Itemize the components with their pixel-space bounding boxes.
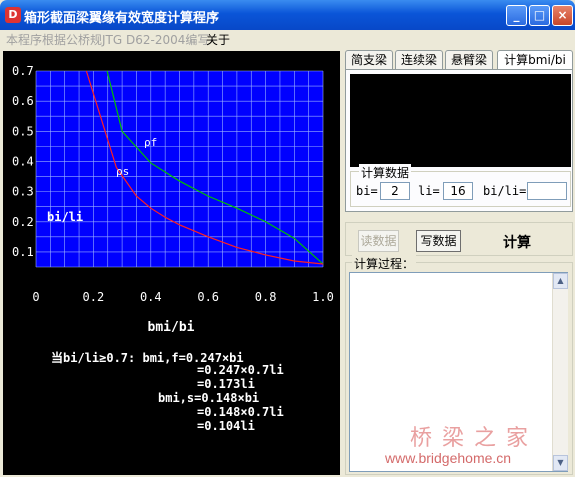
calc-data-group: 计算数据 bi= 2 li= 16 bi/li= <box>350 164 571 207</box>
tab-cantilever-beam[interactable]: 悬臂梁 <box>445 50 493 70</box>
y-axis-label: bi/li <box>47 210 83 224</box>
x-tick-label: 1.0 <box>312 290 334 304</box>
tab-panel: 计算数据 bi= 2 li= 16 bi/li= <box>345 69 573 212</box>
app-icon[interactable]: D <box>5 7 21 23</box>
preview-area <box>350 74 571 167</box>
x-tick-label: 0.4 <box>140 290 162 304</box>
write-data-button[interactable]: 写数据 <box>416 230 461 252</box>
annotation-pf: ρf <box>144 136 157 149</box>
process-scrollbar[interactable]: ▲ ▼ <box>552 273 568 471</box>
window-title: 箱形截面梁翼缘有效宽度计算程序 <box>24 11 220 26</box>
close-button[interactable]: × <box>552 5 573 26</box>
tab-calc-bmi[interactable]: 计算bmi/bi <box>497 50 573 71</box>
x-tick-label: 0.6 <box>197 290 219 304</box>
scrollbar-track[interactable]: ▲ ▼ <box>552 273 568 471</box>
bi-label: bi= <box>356 184 378 198</box>
li-input[interactable]: 16 <box>443 182 473 200</box>
title-bar: D 箱形截面梁翼缘有效宽度计算程序 _ □ × <box>0 0 575 30</box>
result-line-3: =0.173li <box>197 377 255 391</box>
tab-simple-beam[interactable]: 简支梁 <box>345 50 393 70</box>
process-group: 计算过程： ▲ ▼ <box>345 255 573 475</box>
y-tick-label: 0.5 <box>12 124 34 138</box>
result-line-2: =0.247×0.7li <box>197 363 284 377</box>
process-title: 计算过程： <box>352 255 417 272</box>
minimize-button[interactable]: _ <box>506 5 527 26</box>
maximize-button[interactable]: □ <box>529 5 550 26</box>
x-axis-label: bmi/bi <box>148 320 195 335</box>
y-tick-label: 0.6 <box>12 94 34 108</box>
tab-continuous-beam[interactable]: 连续梁 <box>395 50 443 70</box>
scroll-up-icon[interactable]: ▲ <box>553 273 568 289</box>
menu-item-note: 本程序根据公桥规JTG D62-2004编写 <box>6 33 210 47</box>
y-tick-label: 0.2 <box>12 215 34 229</box>
li-label: li= <box>418 184 440 198</box>
y-tick-label: 0.3 <box>12 185 34 199</box>
chart: 0.7 0.6 0.5 0.4 0.3 0.2 0.1 0 0.2 0.4 0.6 0.8 1.0 bmi… <box>12 64 334 335</box>
ratio-label: bi/li= <box>483 184 527 198</box>
calculate-button[interactable]: 计算 <box>503 232 531 252</box>
bi-input[interactable]: 2 <box>380 182 410 200</box>
menu-item-about[interactable]: 关于 <box>206 31 230 48</box>
process-textarea[interactable] <box>349 272 568 472</box>
scroll-down-icon[interactable]: ▼ <box>553 455 568 471</box>
calc-data-title: 计算数据 <box>359 164 412 181</box>
menu-bar: 本程序根据公桥规JTG D62-2004编写 关于 <box>0 30 575 47</box>
result-line-6: =0.104li <box>197 419 255 433</box>
x-tick-label: 0.8 <box>255 290 277 304</box>
y-tick-label: 0.7 <box>12 64 34 78</box>
y-tick-label: 0.4 <box>12 154 34 168</box>
ratio-output[interactable] <box>527 182 567 200</box>
chart-panel: 0.7 0.6 0.5 0.4 0.3 0.2 0.1 0 0.2 0.4 0.6 0.8 1.0 bmi… <box>3 51 340 475</box>
tab-strip: 简支梁 连续梁 悬臂梁 计算bmi/bi <box>345 50 573 71</box>
button-row: 读数据 写数据 计算 <box>345 222 573 256</box>
x-tick-label: 0.2 <box>83 290 105 304</box>
annotation-ps: ρs <box>116 165 129 178</box>
read-data-button[interactable]: 读数据 <box>358 230 399 252</box>
y-tick-label: 0.1 <box>12 245 34 259</box>
result-line-5: =0.148×0.7li <box>197 405 284 419</box>
result-line-4: bmi,s=0.148×bi <box>158 391 260 405</box>
x-tick-label: 0 <box>32 290 39 304</box>
